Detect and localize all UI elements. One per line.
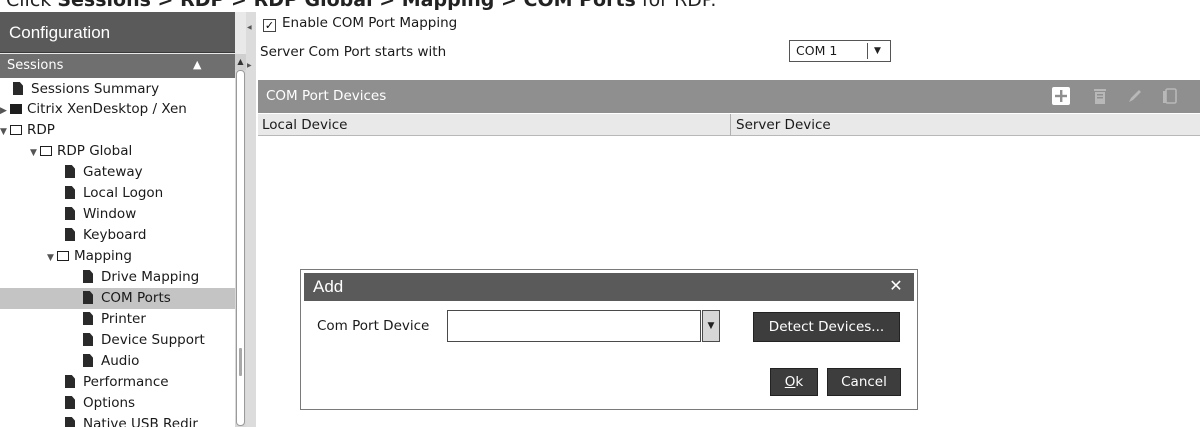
tree-item-audio[interactable]: Audio — [83, 351, 139, 372]
sessions-section-label: Sessions — [7, 58, 64, 73]
document-icon — [65, 207, 75, 220]
devices-table-header: Local Device Server Device — [258, 114, 1200, 136]
enable-com-mapping-checkbox[interactable]: ✓ — [263, 19, 276, 32]
copy-icon[interactable] — [1160, 86, 1180, 106]
document-icon — [65, 396, 75, 409]
splitter-left-arrow-icon[interactable]: ◀ — [247, 24, 252, 31]
scroll-up-arrow-icon[interactable]: ▲ — [235, 54, 246, 70]
tree-item-window[interactable]: Window — [65, 204, 136, 225]
server-com-port-value: COM 1 — [796, 43, 838, 58]
tree-item-keyboard[interactable]: Keyboard — [65, 225, 146, 246]
tree-scrollbar[interactable]: ▲ — [235, 54, 246, 427]
add-dialog: Add ✕ Com Port Device ▼ Detect Devices..… — [300, 269, 918, 410]
document-icon — [83, 333, 93, 346]
tree-item-rdp-global[interactable]: ▼ RDP Global — [30, 141, 132, 162]
dialog-title-bar[interactable]: Add — [304, 273, 914, 301]
document-icon — [65, 375, 75, 388]
select-divider — [867, 43, 868, 59]
tree-item-device-support[interactable]: Device Support — [83, 330, 205, 351]
document-icon — [13, 82, 23, 95]
enable-com-mapping-row[interactable]: ✓ Enable COM Port Mapping — [263, 14, 457, 32]
splitter-right-arrow-icon[interactable]: ▶ — [247, 62, 252, 69]
add-icon[interactable] — [1051, 86, 1071, 106]
collapse-arrow-icon[interactable]: ▼ — [47, 248, 57, 269]
document-icon — [83, 291, 93, 304]
folder-open-icon — [40, 146, 52, 156]
tree-item-options[interactable]: Options — [65, 393, 135, 414]
server-com-port-select[interactable]: COM 1 ▼ — [789, 40, 891, 62]
tree-item-printer[interactable]: Printer — [83, 309, 146, 330]
document-icon — [65, 165, 75, 178]
configuration-panel: Configuration Sessions ▲ Sessions Summar… — [0, 12, 246, 427]
document-icon — [65, 228, 75, 241]
column-local-device[interactable]: Local Device — [262, 114, 347, 136]
detect-devices-button[interactable]: Detect Devices... — [753, 312, 900, 342]
document-icon — [65, 417, 75, 427]
tree-item-local-logon[interactable]: Local Logon — [65, 183, 163, 204]
sessions-section-header[interactable]: Sessions ▲ — [0, 54, 235, 78]
folder-open-icon — [10, 125, 22, 135]
tree-item-drive-mapping[interactable]: Drive Mapping — [83, 267, 199, 288]
configuration-title: Configuration — [0, 12, 235, 53]
tree-item-com-ports[interactable]: COM Ports — [0, 288, 235, 309]
tree-item-citrix[interactable]: ▶ Citrix XenDesktop / Xen — [0, 99, 187, 120]
tree-item-performance[interactable]: Performance — [65, 372, 169, 393]
delete-icon[interactable] — [1090, 86, 1110, 106]
collapse-arrow-icon[interactable]: ▼ — [30, 143, 40, 164]
com-port-device-input[interactable] — [447, 310, 701, 342]
expand-arrow-icon[interactable]: ▶ — [0, 101, 10, 122]
dialog-title: Add — [313, 277, 344, 296]
document-icon — [83, 354, 93, 367]
dropdown-arrow-icon[interactable]: ▼ — [702, 310, 720, 342]
close-icon[interactable]: ✕ — [886, 276, 906, 296]
instruction-text: Click Sessions > RDP > RDP Global > Mapp… — [6, 0, 717, 11]
collapse-arrow-icon[interactable]: ▼ — [0, 122, 10, 143]
document-icon — [83, 270, 93, 283]
cancel-button[interactable]: Cancel — [827, 368, 901, 396]
column-divider[interactable] — [730, 114, 731, 136]
dropdown-arrow-icon[interactable]: ▼ — [874, 41, 881, 61]
scroll-grip — [239, 348, 242, 376]
enable-com-mapping-label: Enable COM Port Mapping — [282, 15, 458, 31]
server-com-port-label: Server Com Port starts with — [260, 44, 447, 60]
document-icon — [83, 312, 93, 325]
tree-item-mapping[interactable]: ▼ Mapping — [47, 246, 132, 267]
scroll-thumb[interactable] — [236, 70, 245, 426]
edit-icon[interactable] — [1125, 86, 1145, 106]
column-server-device[interactable]: Server Device — [736, 114, 831, 136]
tree-item-native-usb[interactable]: Native USB Redir — [65, 414, 198, 427]
com-port-devices-header: COM Port Devices — [258, 80, 1200, 113]
tree-item-rdp[interactable]: ▼ RDP — [0, 120, 55, 141]
folder-open-icon — [57, 251, 69, 261]
ok-button[interactable]: Ok — [770, 368, 818, 396]
tree-item-gateway[interactable]: Gateway — [65, 162, 143, 183]
tree-item-sessions-summary[interactable]: Sessions Summary — [13, 79, 159, 100]
session-tree: Sessions Summary ▶ Citrix XenDesktop / Xe… — [0, 78, 235, 427]
com-port-devices-title: COM Port Devices — [266, 88, 387, 104]
document-icon — [65, 186, 75, 199]
collapse-up-icon[interactable]: ▲ — [193, 58, 201, 71]
folder-closed-icon — [10, 104, 22, 114]
panel-splitter[interactable]: ◀ ▶ — [246, 12, 256, 427]
com-port-device-label: Com Port Device — [317, 318, 430, 334]
